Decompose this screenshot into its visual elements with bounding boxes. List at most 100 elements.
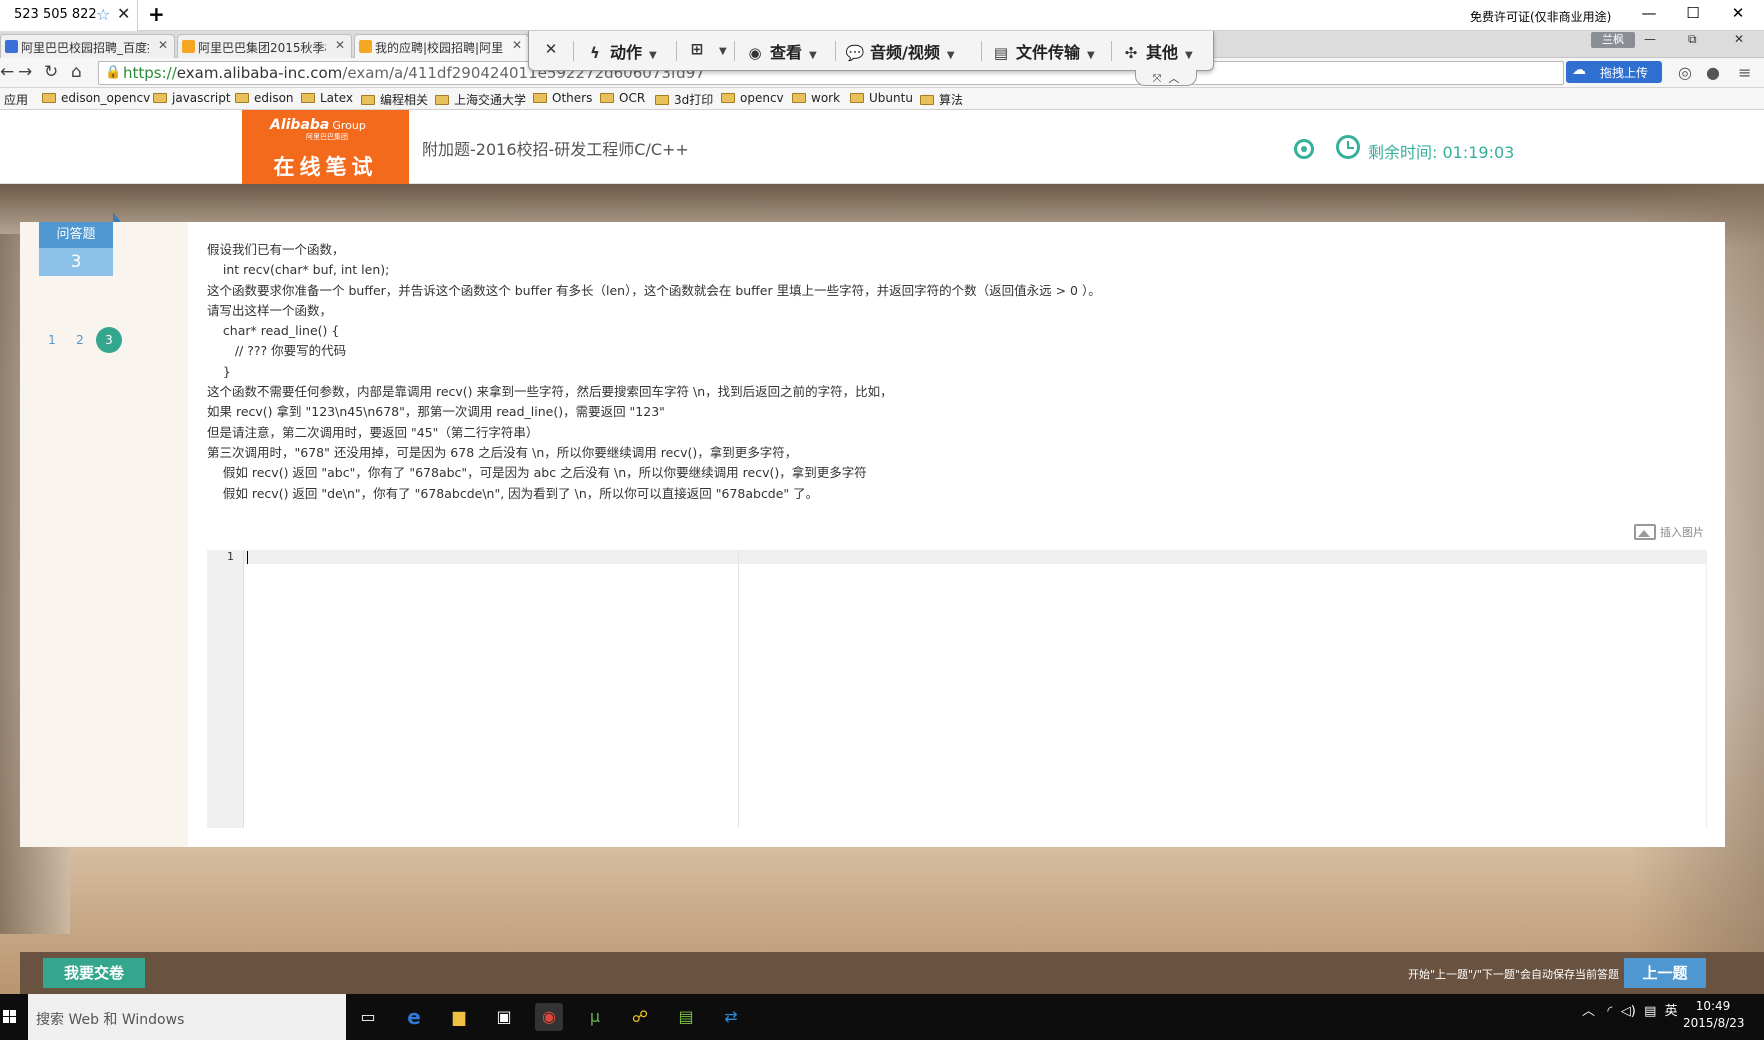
bookmark-label: 上海交通大学: [454, 93, 527, 107]
close-icon[interactable]: ✕: [158, 38, 168, 52]
folder-icon: [301, 93, 315, 103]
menu-icon[interactable]: ≡: [1738, 63, 1751, 82]
question-type-box: 问答题 3: [39, 212, 121, 276]
home-icon[interactable]: ⌂: [71, 62, 82, 82]
close-icon[interactable]: ✕: [335, 38, 345, 52]
new-tab-icon[interactable]: +: [148, 2, 165, 26]
bookmark-apps[interactable]: 应用: [4, 91, 28, 108]
bookmark-folder[interactable]: 编程相关: [361, 91, 428, 108]
minimize-icon[interactable]: —: [1634, 4, 1664, 26]
active-line-highlight: [244, 550, 1707, 564]
bookmark-folder[interactable]: Others: [533, 91, 592, 105]
toolbar-divider: [573, 41, 574, 61]
bookmark-label: 应用: [4, 93, 29, 107]
actions-menu[interactable]: ϟ 动作 ▼: [585, 39, 657, 63]
browser-tab-active[interactable]: 我的应聘|校园招聘|阿里巴 ✕: [354, 34, 529, 58]
lock-icon: 🔒: [105, 65, 122, 80]
close-window-icon[interactable]: ✕: [1723, 4, 1753, 26]
extension-owl-icon[interactable]: ●: [1706, 63, 1720, 82]
code-editor[interactable]: 1: [207, 550, 1707, 828]
toolbar-divider: [734, 41, 735, 61]
ime-indicator[interactable]: 英: [1665, 1004, 1678, 1019]
profile-badge[interactable]: 兰枫: [1591, 32, 1635, 48]
star-icon[interactable]: ☆: [96, 5, 110, 24]
minimize-icon[interactable]: —: [1644, 32, 1656, 46]
utorrent-icon[interactable]: µ: [581, 1003, 609, 1031]
chrome-icon[interactable]: ◉: [535, 1003, 563, 1031]
app-icon[interactable]: ▤: [672, 1003, 700, 1031]
bookmark-folder[interactable]: 算法: [920, 91, 963, 108]
view-menu[interactable]: ◉ 查看 ▼: [745, 39, 816, 63]
bookmark-folder[interactable]: 3d打印: [655, 91, 713, 108]
previous-question-button[interactable]: 上一题: [1624, 958, 1706, 988]
menu-label: 音频/视频: [870, 43, 940, 62]
bookmark-folder[interactable]: edison_opencv: [42, 91, 150, 105]
edge-browser-icon[interactable]: e: [400, 1003, 428, 1031]
bookmark-folder[interactable]: Ubuntu: [850, 91, 913, 105]
close-toolbar-icon[interactable]: ✕: [541, 39, 566, 63]
bookmark-folder[interactable]: javascript: [153, 91, 231, 105]
python-icon[interactable]: ☍: [626, 1003, 654, 1031]
forward-icon[interactable]: →: [18, 62, 32, 82]
question-line: 第三次调用时，"678" 还没用掉，可是因为 678 之后没有 \n，所以你要继…: [207, 444, 798, 460]
bookmark-label: edison_opencv: [61, 91, 151, 105]
toolbar-collapse-handle[interactable]: ⤧ ︿: [1135, 70, 1197, 86]
notification-icon[interactable]: ▤: [1644, 1004, 1656, 1019]
browser-tab[interactable]: 阿里巴巴校园招聘_百度搜 ✕: [0, 34, 175, 58]
wifi-icon[interactable]: ◜: [1607, 1004, 1612, 1019]
fullscreen-icon[interactable]: ⤧: [1153, 72, 1162, 85]
exam-footer: 我要交卷 开始"上一题"/"下一题"会自动保存当前答题 上一题: [20, 952, 1764, 994]
bookmark-label: 算法: [939, 93, 964, 107]
taskbar-clock[interactable]: 10:49 2015/8/23: [1683, 998, 1745, 1032]
print-margin: [738, 550, 739, 828]
windows-start-icon[interactable]: [0, 994, 28, 1040]
browser-tab[interactable]: 阿里巴巴集团2015秋季校 ✕: [177, 34, 352, 58]
question-line: 假如 recv() 返回 "de\n"，你有了 "678abcde\n", 因为…: [207, 485, 819, 501]
restore-icon[interactable]: ⧉: [1688, 32, 1697, 47]
close-icon[interactable]: ✕: [512, 38, 522, 52]
question-nav-item-2[interactable]: 2: [67, 327, 93, 353]
question-line: int recv(char* buf, int len);: [207, 262, 390, 278]
bookmark-folder[interactable]: 上海交通大学: [435, 91, 526, 108]
extension-icon[interactable]: ◎: [1678, 63, 1692, 82]
bookmark-label: Latex: [320, 91, 354, 105]
file-explorer-icon[interactable]: ▆: [445, 1003, 473, 1031]
insert-image-label: 插入图片: [1660, 526, 1704, 539]
bookmark-folder[interactable]: work: [792, 91, 840, 105]
back-icon[interactable]: ←: [0, 62, 14, 82]
remote-session-id: 523 505 822: [14, 7, 97, 22]
drag-upload-button[interactable]: ☁ 拖拽上传: [1566, 61, 1662, 83]
folder-icon: [435, 95, 449, 105]
chevron-up-icon[interactable]: ︿: [1168, 72, 1179, 85]
store-icon[interactable]: ▣: [490, 1003, 518, 1031]
bookmark-folder[interactable]: OCR: [600, 91, 645, 105]
bookmark-folder[interactable]: opencv: [721, 91, 784, 105]
reload-icon[interactable]: ↻: [44, 62, 58, 82]
bookmark-folder[interactable]: Latex: [301, 91, 353, 105]
audio-video-menu[interactable]: 💬 音频/视频 ▼: [845, 39, 955, 63]
chevron-up-icon[interactable]: ︿: [1582, 1004, 1595, 1019]
teamviewer-icon[interactable]: ⇄: [717, 1003, 745, 1031]
question-count: 3: [39, 248, 113, 276]
submit-exam-button[interactable]: 我要交卷: [43, 958, 145, 988]
question-nav-item-3[interactable]: 3: [96, 327, 122, 353]
question-line: char* read_line() {: [207, 323, 340, 339]
volume-icon[interactable]: ◁): [1621, 1004, 1636, 1019]
remote-session-tab[interactable]: 523 505 822 ☆ ✕: [0, 0, 138, 31]
other-menu[interactable]: ✣ 其他 ▼: [1121, 39, 1193, 63]
bookmark-label: 编程相关: [380, 93, 429, 107]
taskbar-search-input[interactable]: 搜索 Web 和 Windows: [28, 994, 346, 1040]
question-nav-panel: 问答题 3 1 2 3: [20, 212, 188, 847]
windows-menu[interactable]: ⊞ ▼: [687, 39, 727, 63]
question-nav-item-1[interactable]: 1: [39, 327, 65, 353]
question-line: 假设我们已有一个函数，: [207, 242, 345, 257]
license-text: 免费许可证(仅非商业用途): [1470, 10, 1612, 24]
file-transfer-menu[interactable]: ▤ 文件传输 ▼: [991, 39, 1095, 63]
alibaba-logo: Alibaba Group 阿里巴巴集团 在线笔试: [242, 110, 409, 184]
maximize-icon[interactable]: ☐: [1678, 4, 1708, 26]
task-view-icon[interactable]: ▭: [354, 1003, 382, 1031]
close-window-icon[interactable]: ✕: [1734, 32, 1744, 46]
bookmark-folder[interactable]: edison: [235, 91, 294, 105]
insert-image-button[interactable]: 插入图片: [1634, 524, 1704, 540]
close-tab-icon[interactable]: ✕: [117, 4, 130, 23]
